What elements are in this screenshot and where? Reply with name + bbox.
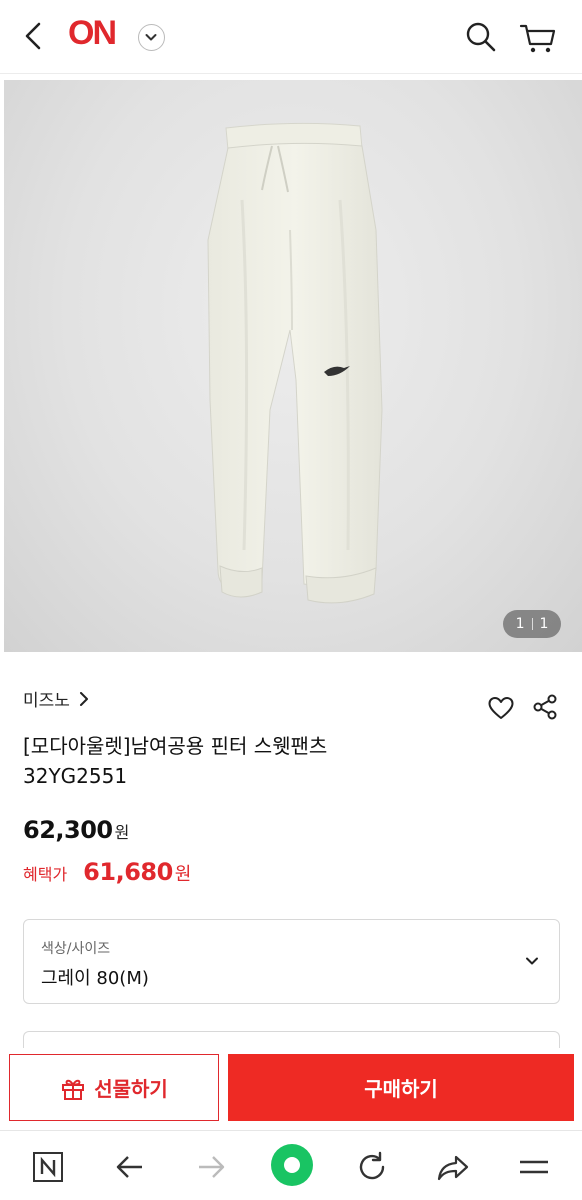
purchase-bar: 선물하기 구매하기 — [0, 1048, 582, 1130]
gift-button[interactable]: 선물하기 — [9, 1054, 219, 1121]
original-price: 62,300 원 — [23, 816, 129, 844]
image-counter-total: 1 — [539, 616, 549, 632]
on-logo[interactable]: ON — [68, 14, 117, 53]
image-counter-divider — [531, 618, 533, 630]
pants-image — [207, 122, 383, 604]
image-counter: 1 1 — [503, 610, 561, 638]
reload-icon[interactable] — [352, 1147, 392, 1187]
option-label: 색상/사이즈 — [41, 941, 111, 957]
buy-button-label: 구매하기 — [364, 1077, 438, 1101]
benefit-price: 혜택가 61,680 원 — [23, 858, 191, 886]
chevron-down-icon[interactable] — [138, 24, 165, 51]
option-value: 그레이 80(M) — [41, 968, 149, 989]
share-icon[interactable] — [532, 694, 558, 720]
menu-icon[interactable] — [514, 1147, 554, 1187]
option-select[interactable]: 색상/사이즈 그레이 80(M) — [23, 919, 560, 1004]
heart-icon[interactable] — [488, 696, 514, 722]
green-dot-icon[interactable] — [270, 1143, 314, 1187]
app-header: ON — [0, 0, 582, 74]
benefit-price-value: 61,680 — [83, 858, 173, 886]
original-price-unit: 원 — [114, 823, 130, 842]
product-title: [모다아울렛]남여공용 핀터 스웻팬츠 32YG2551 — [23, 731, 483, 791]
product-title-line2: 32YG2551 — [23, 764, 128, 788]
product-image[interactable] — [4, 80, 582, 652]
brand-name: 미즈노 — [23, 691, 70, 711]
browser-nav-bar — [0, 1130, 582, 1200]
naver-n-icon[interactable] — [28, 1147, 68, 1187]
buy-button[interactable]: 구매하기 — [228, 1054, 574, 1121]
chevron-down-icon — [523, 952, 541, 970]
search-icon[interactable] — [463, 19, 499, 55]
brand-link[interactable]: 미즈노 — [23, 686, 90, 711]
gift-button-label: 선물하기 — [94, 1077, 168, 1101]
chevron-right-icon — [79, 691, 88, 706]
gift-icon — [62, 1079, 85, 1100]
arrow-right-icon[interactable] — [191, 1147, 231, 1187]
product-title-line1: [모다아울렛]남여공용 핀터 스웻팬츠 — [23, 734, 328, 758]
image-counter-current: 1 — [515, 616, 525, 632]
back-icon[interactable] — [18, 18, 54, 54]
forward-share-icon[interactable] — [433, 1147, 473, 1187]
screen: ON 1 1 미즈노 [모다아울렛]남여공용 핀터 스웻팬츠 32YG2551 … — [0, 0, 582, 1200]
benefit-price-unit: 원 — [174, 864, 192, 885]
benefit-price-label: 혜택가 — [23, 865, 68, 884]
arrow-left-icon[interactable] — [110, 1147, 150, 1187]
cart-icon[interactable] — [518, 19, 558, 55]
original-price-value: 62,300 — [23, 816, 113, 844]
